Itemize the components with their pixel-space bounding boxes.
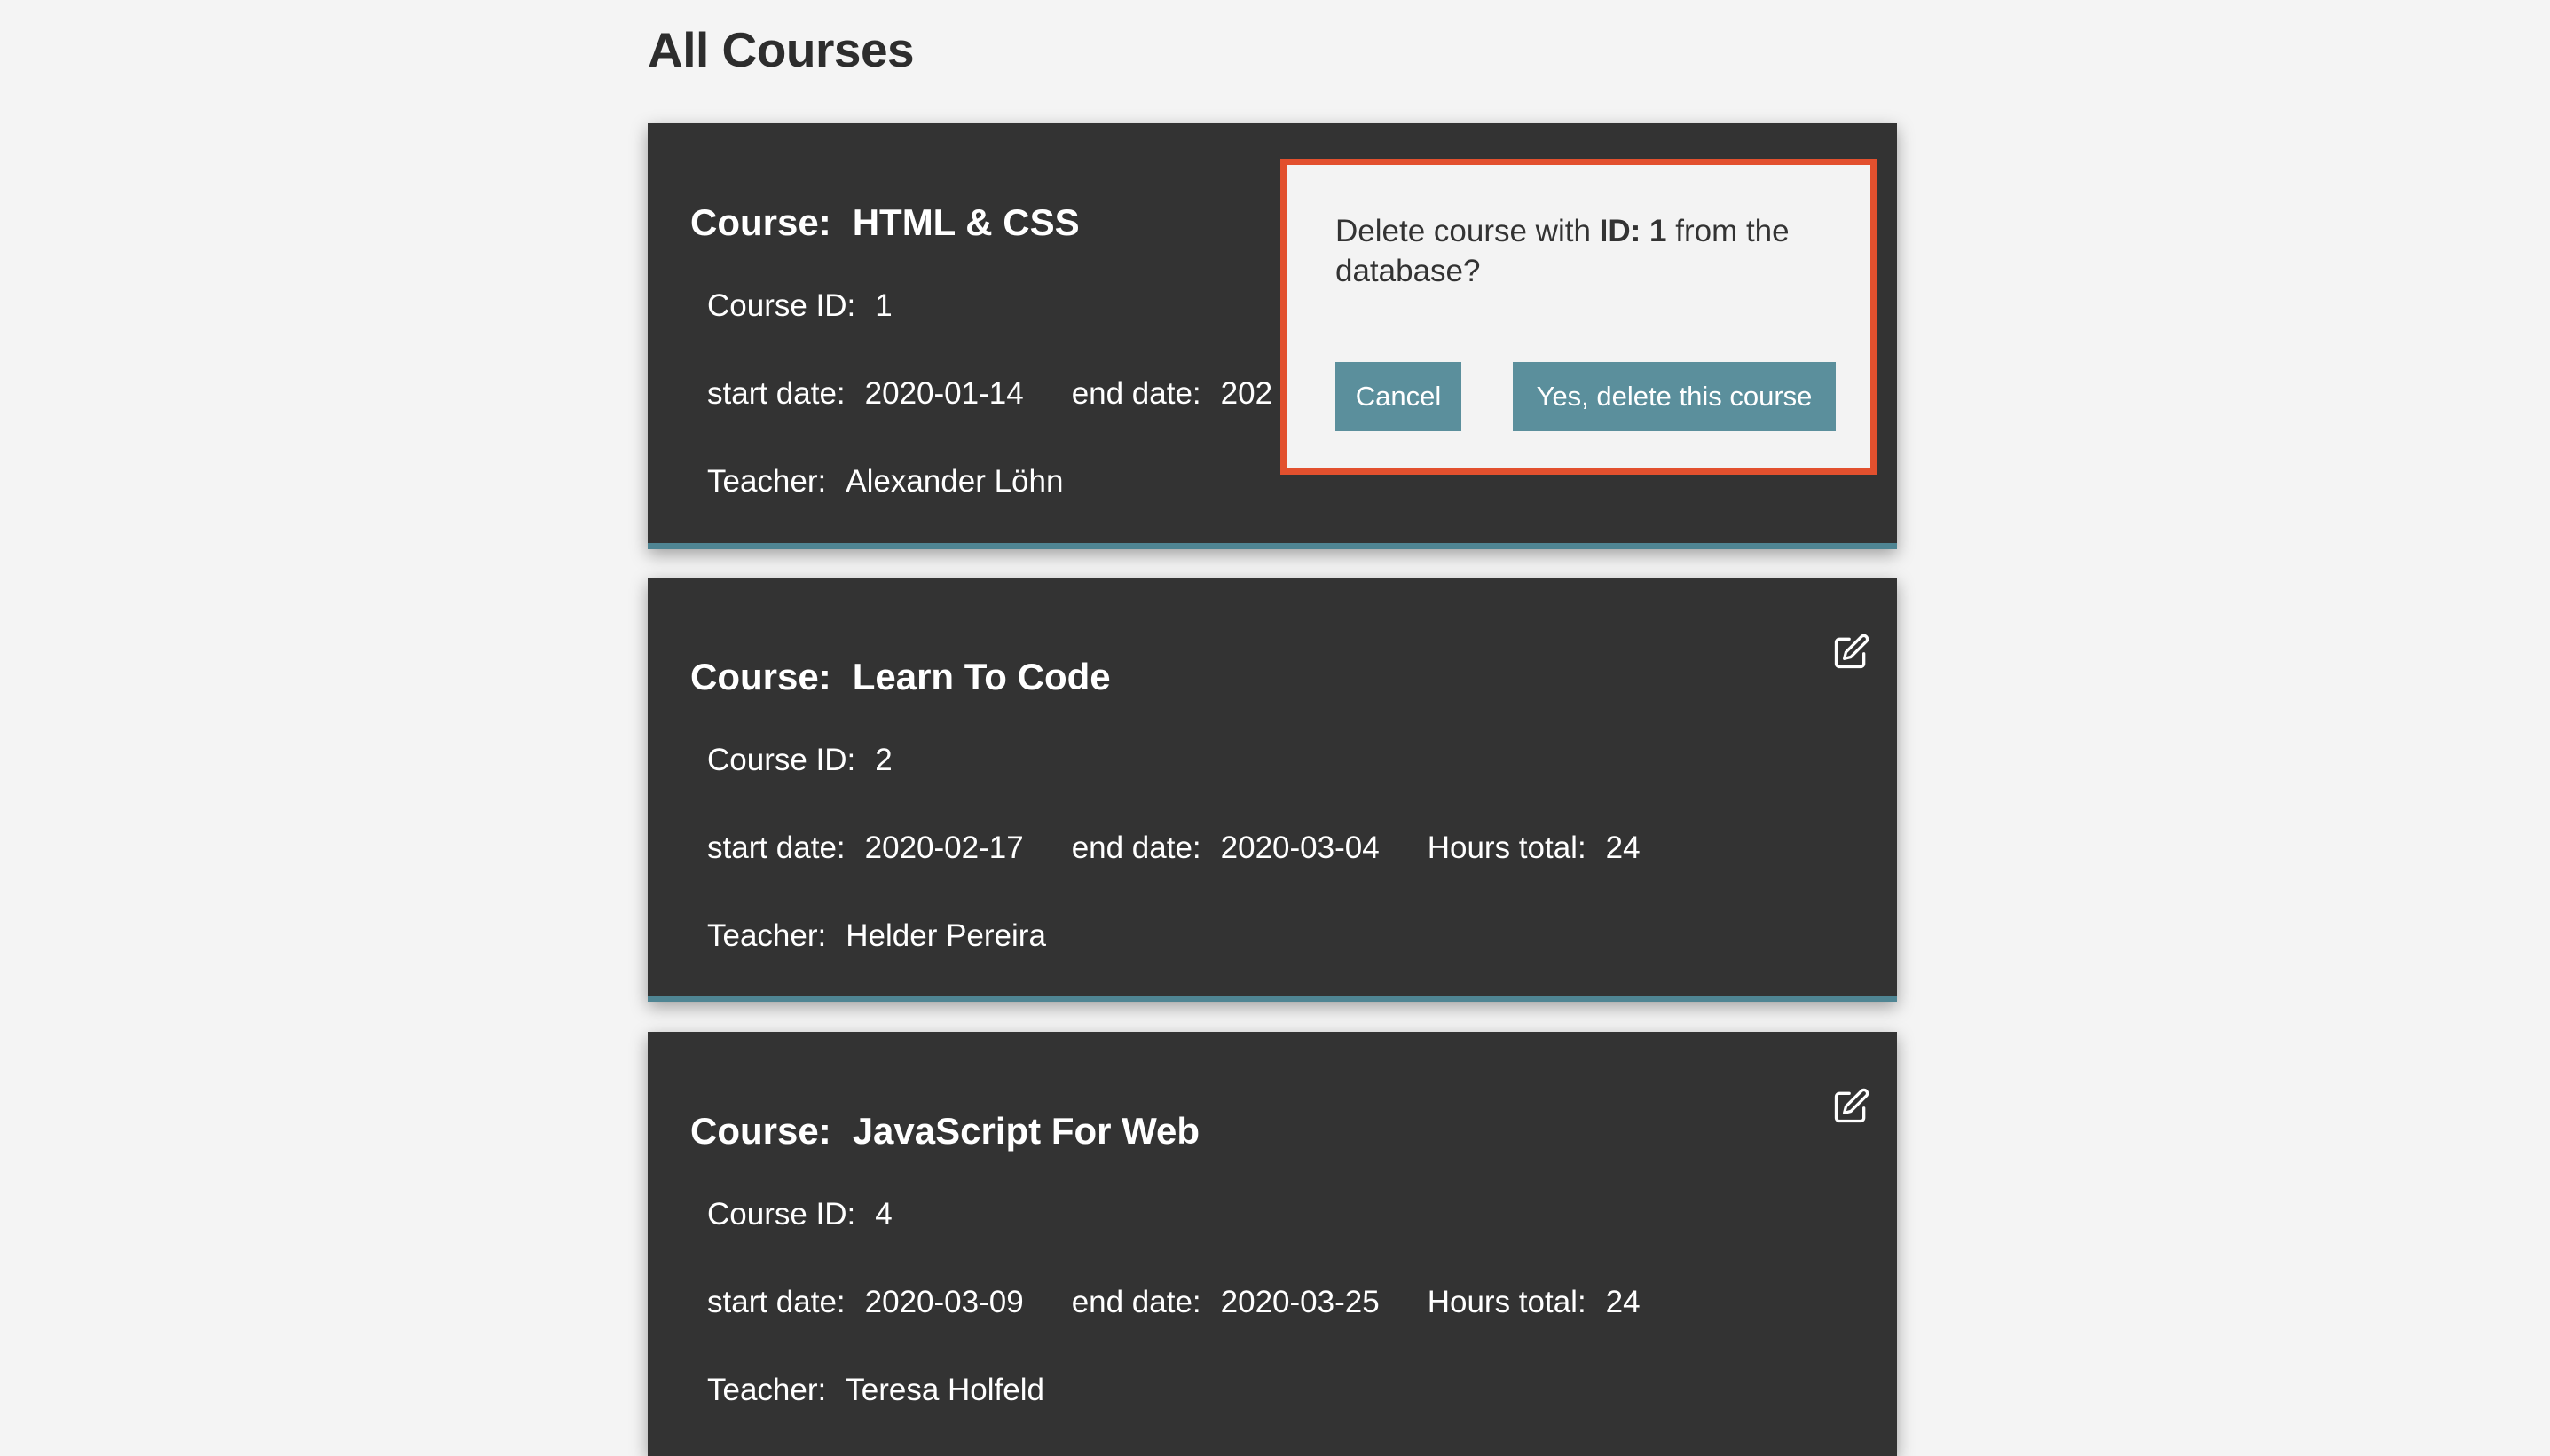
teacher-label: Teacher: bbox=[707, 464, 827, 499]
start-date-label: start date: bbox=[707, 1285, 846, 1319]
course-title: Course: Learn To Code bbox=[690, 656, 1111, 698]
hours-total-value: 24 bbox=[1605, 1285, 1641, 1319]
teacher-value: Alexander Löhn bbox=[846, 464, 1064, 499]
course-id-value: 2 bbox=[875, 743, 893, 777]
page-title: All Courses bbox=[648, 22, 915, 77]
dialog-message-id: ID: 1 bbox=[1599, 214, 1667, 248]
end-date-label: end date: bbox=[1071, 830, 1201, 865]
course-name: Learn To Code bbox=[852, 656, 1111, 697]
teacher-value: Teresa Holfeld bbox=[846, 1373, 1044, 1407]
hours-total-value: 24 bbox=[1605, 830, 1641, 865]
course-card: Course: JavaScript For Web Course ID: 4 st… bbox=[648, 1032, 1897, 1456]
teacher-value: Helder Pereira bbox=[846, 918, 1046, 953]
edit-icon[interactable] bbox=[1831, 633, 1870, 672]
hours-total-label: Hours total: bbox=[1427, 1285, 1586, 1319]
course-id-value: 1 bbox=[875, 288, 893, 323]
start-date-label: start date: bbox=[707, 376, 846, 411]
dialog-message-prefix: Delete course with bbox=[1335, 214, 1600, 248]
end-date-value: 2020-03-25 bbox=[1220, 1285, 1380, 1319]
dialog-message: Delete course with ID: 1 from the databa… bbox=[1335, 211, 1832, 291]
end-date-value: 2020-03-04 bbox=[1220, 830, 1380, 865]
hours-total-label: Hours total: bbox=[1427, 830, 1586, 865]
card-accent-bar bbox=[648, 543, 1897, 549]
course-id-label: Course ID: bbox=[707, 1197, 856, 1232]
dates-row: start date: 2020-03-09 end date: 2020-03-25… bbox=[707, 1285, 1641, 1320]
teacher-row: Teacher: Alexander Löhn bbox=[707, 464, 1063, 500]
end-date-label: end date: bbox=[1071, 1285, 1201, 1319]
start-date-value: 2020-02-17 bbox=[864, 830, 1024, 865]
dates-row: start date: 2020-01-14 end date: 202 bbox=[707, 376, 1272, 412]
course-title-label: Course: bbox=[690, 1110, 831, 1152]
course-id-row: Course ID: 4 bbox=[707, 1197, 893, 1232]
course-id-label: Course ID: bbox=[707, 288, 856, 323]
teacher-row: Teacher: Helder Pereira bbox=[707, 918, 1046, 954]
cancel-button[interactable]: Cancel bbox=[1335, 362, 1461, 431]
edit-icon[interactable] bbox=[1831, 1087, 1870, 1126]
dates-row: start date: 2020-02-17 end date: 2020-03-04… bbox=[707, 830, 1641, 866]
course-id-label: Course ID: bbox=[707, 743, 856, 777]
course-id-value: 4 bbox=[875, 1197, 893, 1232]
course-title: Course: JavaScript For Web bbox=[690, 1110, 1200, 1153]
teacher-row: Teacher: Teresa Holfeld bbox=[707, 1373, 1044, 1408]
start-date-value: 2020-01-14 bbox=[864, 376, 1024, 411]
course-name: JavaScript For Web bbox=[852, 1110, 1200, 1152]
course-title-label: Course: bbox=[690, 656, 831, 697]
end-date-value: 202 bbox=[1220, 376, 1273, 411]
teacher-label: Teacher: bbox=[707, 1373, 827, 1407]
course-id-row: Course ID: 2 bbox=[707, 743, 893, 778]
start-date-label: start date: bbox=[707, 830, 846, 865]
confirm-delete-button[interactable]: Yes, delete this course bbox=[1513, 362, 1836, 431]
course-card: Course: Learn To Code Course ID: 2 start d… bbox=[648, 578, 1897, 1002]
start-date-value: 2020-03-09 bbox=[864, 1285, 1024, 1319]
course-title-label: Course: bbox=[690, 201, 831, 243]
teacher-label: Teacher: bbox=[707, 918, 827, 953]
delete-confirm-dialog: Delete course with ID: 1 from the databa… bbox=[1280, 159, 1877, 475]
end-date-label: end date: bbox=[1071, 376, 1201, 411]
card-accent-bar bbox=[648, 996, 1897, 1002]
course-title: Course: HTML & CSS bbox=[690, 201, 1080, 244]
course-name: HTML & CSS bbox=[852, 201, 1080, 243]
course-id-row: Course ID: 1 bbox=[707, 288, 893, 324]
